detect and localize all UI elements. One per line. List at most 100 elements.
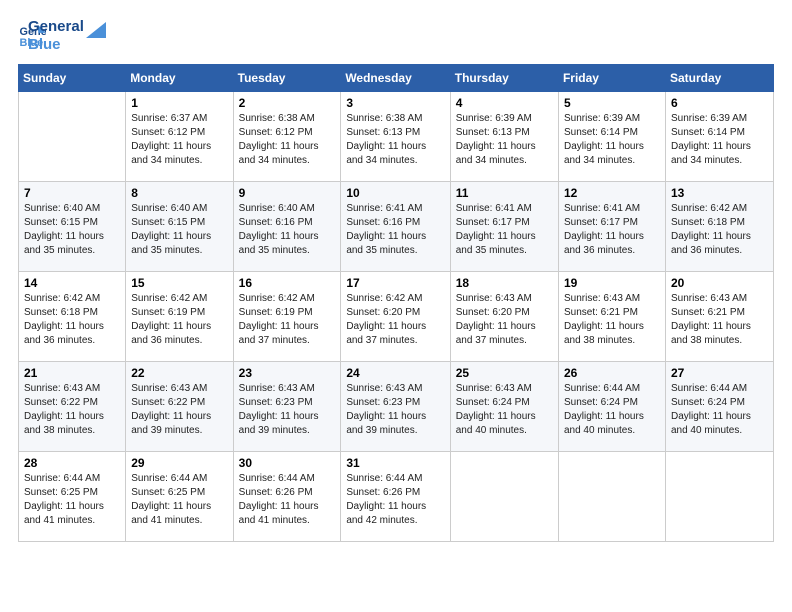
sunset-text: Sunset: 6:19 PM xyxy=(239,307,313,318)
sunset-text: Sunset: 6:13 PM xyxy=(346,127,420,138)
sunset-text: Sunset: 6:24 PM xyxy=(456,397,530,408)
sunset-text: Sunset: 6:23 PM xyxy=(346,397,420,408)
calendar-cell: 25 Sunrise: 6:43 AM Sunset: 6:24 PM Dayl… xyxy=(450,362,558,452)
daylight-text: Daylight: 11 hours and 35 minutes. xyxy=(239,231,319,256)
sunrise-text: Sunrise: 6:39 AM xyxy=(456,113,532,124)
day-info: Sunrise: 6:41 AM Sunset: 6:17 PM Dayligh… xyxy=(564,202,660,258)
daylight-text: Daylight: 11 hours and 41 minutes. xyxy=(239,501,319,526)
sunset-text: Sunset: 6:20 PM xyxy=(456,307,530,318)
day-number: 12 xyxy=(564,186,660,200)
sunrise-text: Sunrise: 6:42 AM xyxy=(239,293,315,304)
day-number: 14 xyxy=(24,276,120,290)
sunset-text: Sunset: 6:24 PM xyxy=(671,397,745,408)
day-number: 24 xyxy=(346,366,444,380)
sunset-text: Sunset: 6:21 PM xyxy=(564,307,638,318)
sunrise-text: Sunrise: 6:41 AM xyxy=(346,203,422,214)
sunrise-text: Sunrise: 6:43 AM xyxy=(564,293,640,304)
sunset-text: Sunset: 6:20 PM xyxy=(346,307,420,318)
calendar-cell: 7 Sunrise: 6:40 AM Sunset: 6:15 PM Dayli… xyxy=(19,182,126,272)
day-info: Sunrise: 6:43 AM Sunset: 6:23 PM Dayligh… xyxy=(239,382,336,438)
day-number: 21 xyxy=(24,366,120,380)
daylight-text: Daylight: 11 hours and 37 minutes. xyxy=(239,321,319,346)
day-info: Sunrise: 6:39 AM Sunset: 6:13 PM Dayligh… xyxy=(456,112,553,168)
daylight-text: Daylight: 11 hours and 39 minutes. xyxy=(131,411,211,436)
calendar-cell: 16 Sunrise: 6:42 AM Sunset: 6:19 PM Dayl… xyxy=(233,272,341,362)
calendar-week-row: 14 Sunrise: 6:42 AM Sunset: 6:18 PM Dayl… xyxy=(19,272,774,362)
day-info: Sunrise: 6:42 AM Sunset: 6:20 PM Dayligh… xyxy=(346,292,444,348)
calendar-cell: 1 Sunrise: 6:37 AM Sunset: 6:12 PM Dayli… xyxy=(126,92,233,182)
day-info: Sunrise: 6:42 AM Sunset: 6:19 PM Dayligh… xyxy=(131,292,227,348)
day-number: 19 xyxy=(564,276,660,290)
day-info: Sunrise: 6:44 AM Sunset: 6:25 PM Dayligh… xyxy=(131,472,227,528)
sunset-text: Sunset: 6:19 PM xyxy=(131,307,205,318)
day-info: Sunrise: 6:43 AM Sunset: 6:20 PM Dayligh… xyxy=(456,292,553,348)
calendar-cell: 27 Sunrise: 6:44 AM Sunset: 6:24 PM Dayl… xyxy=(665,362,773,452)
day-number: 31 xyxy=(346,456,444,470)
sunset-text: Sunset: 6:21 PM xyxy=(671,307,745,318)
calendar-cell: 15 Sunrise: 6:42 AM Sunset: 6:19 PM Dayl… xyxy=(126,272,233,362)
day-number: 30 xyxy=(239,456,336,470)
calendar-week-row: 7 Sunrise: 6:40 AM Sunset: 6:15 PM Dayli… xyxy=(19,182,774,272)
sunset-text: Sunset: 6:26 PM xyxy=(346,487,420,498)
day-info: Sunrise: 6:42 AM Sunset: 6:19 PM Dayligh… xyxy=(239,292,336,348)
day-number: 23 xyxy=(239,366,336,380)
day-info: Sunrise: 6:44 AM Sunset: 6:26 PM Dayligh… xyxy=(239,472,336,528)
sunset-text: Sunset: 6:18 PM xyxy=(671,217,745,228)
day-info: Sunrise: 6:40 AM Sunset: 6:15 PM Dayligh… xyxy=(131,202,227,258)
calendar-cell: 13 Sunrise: 6:42 AM Sunset: 6:18 PM Dayl… xyxy=(665,182,773,272)
sunset-text: Sunset: 6:12 PM xyxy=(239,127,313,138)
logo-arrow-icon xyxy=(84,20,106,42)
daylight-text: Daylight: 11 hours and 34 minutes. xyxy=(239,141,319,166)
sunrise-text: Sunrise: 6:44 AM xyxy=(239,473,315,484)
daylight-text: Daylight: 11 hours and 37 minutes. xyxy=(456,321,536,346)
sunrise-text: Sunrise: 6:43 AM xyxy=(24,383,100,394)
calendar-cell: 21 Sunrise: 6:43 AM Sunset: 6:22 PM Dayl… xyxy=(19,362,126,452)
day-number: 17 xyxy=(346,276,444,290)
sunset-text: Sunset: 6:22 PM xyxy=(131,397,205,408)
day-info: Sunrise: 6:38 AM Sunset: 6:12 PM Dayligh… xyxy=(239,112,336,168)
calendar-cell: 29 Sunrise: 6:44 AM Sunset: 6:25 PM Dayl… xyxy=(126,452,233,542)
daylight-text: Daylight: 11 hours and 36 minutes. xyxy=(24,321,104,346)
day-number: 22 xyxy=(131,366,227,380)
sunset-text: Sunset: 6:17 PM xyxy=(564,217,638,228)
day-info: Sunrise: 6:39 AM Sunset: 6:14 PM Dayligh… xyxy=(564,112,660,168)
calendar-cell: 3 Sunrise: 6:38 AM Sunset: 6:13 PM Dayli… xyxy=(341,92,450,182)
logo-text-general: General xyxy=(28,18,84,36)
logo: General Blue General Blue xyxy=(18,18,106,54)
logo-text-blue: Blue xyxy=(28,36,84,54)
day-number: 1 xyxy=(131,96,227,110)
calendar-cell: 14 Sunrise: 6:42 AM Sunset: 6:18 PM Dayl… xyxy=(19,272,126,362)
calendar-cell: 12 Sunrise: 6:41 AM Sunset: 6:17 PM Dayl… xyxy=(558,182,665,272)
daylight-text: Daylight: 11 hours and 39 minutes. xyxy=(239,411,319,436)
calendar-cell: 9 Sunrise: 6:40 AM Sunset: 6:16 PM Dayli… xyxy=(233,182,341,272)
sunrise-text: Sunrise: 6:44 AM xyxy=(671,383,747,394)
calendar-cell: 31 Sunrise: 6:44 AM Sunset: 6:26 PM Dayl… xyxy=(341,452,450,542)
sunrise-text: Sunrise: 6:43 AM xyxy=(456,293,532,304)
calendar-cell: 19 Sunrise: 6:43 AM Sunset: 6:21 PM Dayl… xyxy=(558,272,665,362)
sunrise-text: Sunrise: 6:42 AM xyxy=(671,203,747,214)
daylight-text: Daylight: 11 hours and 38 minutes. xyxy=(671,321,751,346)
sunset-text: Sunset: 6:16 PM xyxy=(346,217,420,228)
sunset-text: Sunset: 6:14 PM xyxy=(564,127,638,138)
calendar-cell xyxy=(450,452,558,542)
sunrise-text: Sunrise: 6:42 AM xyxy=(131,293,207,304)
calendar-cell: 26 Sunrise: 6:44 AM Sunset: 6:24 PM Dayl… xyxy=(558,362,665,452)
day-info: Sunrise: 6:42 AM Sunset: 6:18 PM Dayligh… xyxy=(671,202,768,258)
sunset-text: Sunset: 6:15 PM xyxy=(131,217,205,228)
day-number: 25 xyxy=(456,366,553,380)
calendar-cell xyxy=(665,452,773,542)
calendar-cell: 8 Sunrise: 6:40 AM Sunset: 6:15 PM Dayli… xyxy=(126,182,233,272)
daylight-text: Daylight: 11 hours and 36 minutes. xyxy=(564,231,644,256)
day-number: 28 xyxy=(24,456,120,470)
daylight-text: Daylight: 11 hours and 40 minutes. xyxy=(456,411,536,436)
sunrise-text: Sunrise: 6:39 AM xyxy=(564,113,640,124)
sunrise-text: Sunrise: 6:43 AM xyxy=(239,383,315,394)
sunset-text: Sunset: 6:23 PM xyxy=(239,397,313,408)
daylight-text: Daylight: 11 hours and 35 minutes. xyxy=(346,231,426,256)
calendar-cell: 30 Sunrise: 6:44 AM Sunset: 6:26 PM Dayl… xyxy=(233,452,341,542)
day-number: 7 xyxy=(24,186,120,200)
sunrise-text: Sunrise: 6:44 AM xyxy=(346,473,422,484)
sunset-text: Sunset: 6:12 PM xyxy=(131,127,205,138)
daylight-text: Daylight: 11 hours and 38 minutes. xyxy=(564,321,644,346)
sunrise-text: Sunrise: 6:43 AM xyxy=(131,383,207,394)
